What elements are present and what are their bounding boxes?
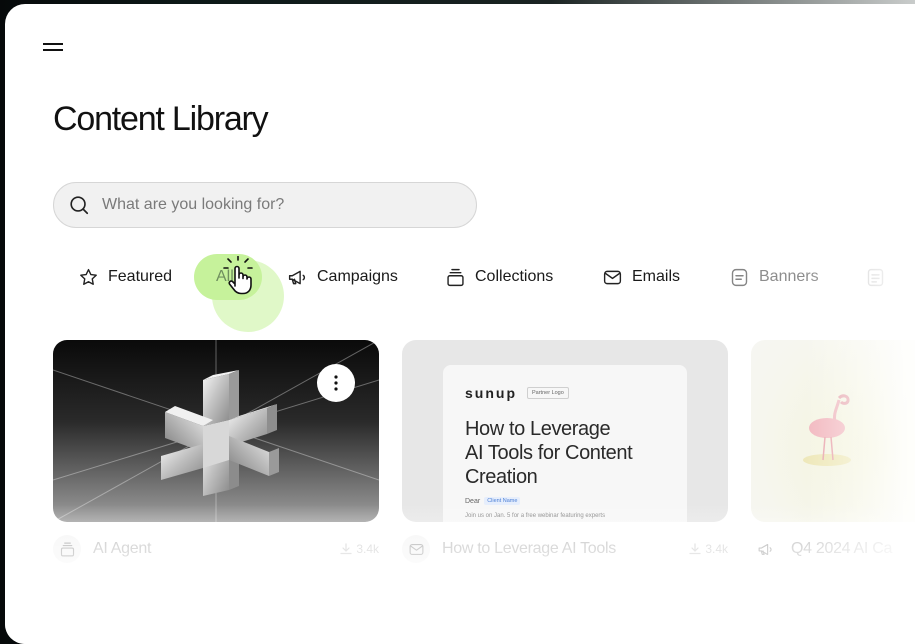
card-thumbnail — [751, 340, 915, 522]
category-tabs: Featured All Campaigns Collections Email… — [5, 254, 915, 332]
more-options-button[interactable] — [317, 364, 355, 402]
client-name-tag: Client Name — [484, 497, 521, 505]
download-count-value: 3.4k — [705, 542, 728, 556]
content-card[interactable]: AI Agent 3.4k — [53, 340, 379, 564]
card-title: Q4 2024 AI Ca — [791, 540, 893, 557]
tab-more[interactable] — [865, 254, 895, 300]
card-title: AI Agent — [93, 540, 152, 557]
card-meta: Q4 2024 AI Ca — [751, 534, 915, 564]
card-thumbnail — [53, 340, 379, 522]
tab-all[interactable]: All — [194, 254, 284, 332]
megaphone-icon — [758, 543, 772, 555]
search-input[interactable] — [100, 195, 434, 215]
card-type-badge — [402, 535, 430, 563]
card-type-badge — [53, 535, 81, 563]
card-meta: How to Leverage AI Tools 3.4k — [402, 534, 728, 564]
greeting-text: Dear — [465, 497, 481, 505]
card-title: How to Leverage AI Tools — [442, 540, 616, 557]
app-window: Content Library Featured All — [5, 4, 915, 644]
download-count: 3.4k — [689, 542, 728, 556]
hand-pointer-cursor-icon — [223, 256, 253, 295]
email-headline: How to Leverage AI Tools for Content Cre… — [465, 418, 633, 488]
search-icon — [70, 196, 89, 215]
star-icon — [80, 268, 97, 285]
tab-featured[interactable]: Featured — [78, 254, 172, 300]
email-greeting: Dear Client Name — [465, 497, 665, 505]
collections-icon — [60, 542, 74, 556]
envelope-icon — [603, 270, 622, 284]
download-count: 3.4k — [340, 542, 379, 556]
page-title: Content Library — [53, 100, 269, 138]
tab-emails[interactable]: Emails — [602, 254, 680, 300]
vertical-dots-icon — [334, 375, 338, 391]
flamingo-image — [803, 394, 851, 466]
tab-label: Campaigns — [317, 268, 398, 285]
banner-icon — [731, 268, 748, 286]
tab-label: Emails — [632, 268, 681, 285]
tab-label: Banners — [759, 268, 819, 285]
partner-logo-tag: Partner Logo — [527, 387, 569, 399]
download-count-value: 3.4k — [356, 542, 379, 556]
document-icon — [867, 268, 884, 286]
tab-label: Collections — [475, 268, 554, 285]
envelope-icon — [409, 543, 423, 555]
tab-collections[interactable]: Collections — [445, 254, 553, 300]
hamburger-menu-icon[interactable] — [43, 40, 67, 56]
collections-icon — [447, 268, 464, 286]
search-bar[interactable] — [53, 182, 477, 228]
tab-campaigns[interactable]: Campaigns — [287, 254, 398, 300]
email-preview: sunup Partner Logo How to Leverage AI To… — [443, 365, 687, 522]
tab-banners[interactable]: Banners — [729, 254, 819, 300]
card-meta: AI Agent 3.4k — [53, 534, 379, 564]
content-card[interactable]: Q4 2024 AI Ca — [751, 340, 915, 564]
tab-label: Featured — [108, 268, 173, 285]
email-body: Join us on Jan. 5 for a free webinar fea… — [465, 513, 606, 519]
download-icon — [689, 543, 701, 555]
card-thumbnail: sunup Partner Logo How to Leverage AI To… — [402, 340, 728, 522]
card-type-badge — [751, 535, 779, 563]
megaphone-icon — [288, 270, 306, 284]
download-icon — [340, 543, 352, 555]
brand-logo: sunup — [465, 385, 517, 401]
content-card[interactable]: sunup Partner Logo How to Leverage AI To… — [402, 340, 728, 564]
